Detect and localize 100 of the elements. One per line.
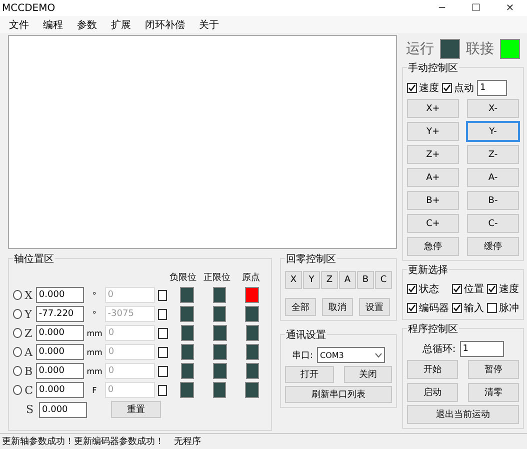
- radio-button[interactable]: [13, 328, 22, 338]
- jog-button[interactable]: A-: [467, 168, 519, 187]
- menu-item[interactable]: 扩展: [106, 18, 136, 32]
- port-dropdown[interactable]: COM3: [317, 347, 386, 363]
- checkbox[interactable]: [158, 290, 168, 300]
- menu-item[interactable]: 闭环补偿: [140, 18, 190, 32]
- radio-button[interactable]: [13, 290, 22, 300]
- radio-button[interactable]: [13, 347, 22, 357]
- window-title: MCCDEMO: [2, 2, 56, 14]
- radio-button[interactable]: [13, 385, 22, 395]
- jog-button[interactable]: Z-: [467, 145, 519, 164]
- menu-item[interactable]: 关于: [194, 18, 224, 32]
- checkbox[interactable]: 状态: [407, 282, 449, 296]
- checkmark-icon: [488, 285, 496, 293]
- position-field[interactable]: 0.000: [36, 344, 84, 360]
- checkbox[interactable]: 速度: [487, 282, 519, 296]
- homing-button[interactable]: 取消: [322, 298, 353, 316]
- axis-home-button[interactable]: X: [285, 271, 302, 289]
- unit-label: mm: [86, 366, 102, 376]
- program-button[interactable]: 暂停: [468, 360, 519, 379]
- axis-label: A: [24, 346, 33, 358]
- group-title: 程序控制区: [407, 322, 459, 336]
- group-title: 通讯设置: [285, 328, 327, 342]
- jog-button[interactable]: C-: [467, 214, 519, 233]
- jog-button[interactable]: B-: [467, 191, 519, 210]
- position-field[interactable]: -77.220: [36, 306, 84, 322]
- unit-label: °: [91, 290, 98, 300]
- jog-button[interactable]: 缓停: [467, 237, 519, 256]
- open-button[interactable]: 打开: [285, 366, 334, 383]
- group-title: 手动控制区: [407, 61, 459, 75]
- jog-button[interactable]: Y-: [467, 122, 519, 141]
- group-title: 轴位置区: [13, 252, 55, 266]
- position-field[interactable]: 0.000: [36, 382, 84, 398]
- position-field[interactable]: 0.000: [36, 287, 84, 303]
- jog-button[interactable]: C+: [407, 214, 459, 233]
- checkmark-icon: [453, 304, 461, 312]
- refresh-button[interactable]: 刷新串口列表: [285, 386, 392, 403]
- exit-motion-button[interactable]: 退出当前运动: [407, 405, 519, 424]
- loop-label: 总循环:: [422, 342, 456, 356]
- checkbox[interactable]: 输入: [452, 301, 484, 315]
- axis-label: B: [24, 364, 33, 378]
- position-field[interactable]: 0.000: [36, 325, 84, 341]
- indicator-label: 运行: [406, 40, 434, 58]
- column-header: 负限位: [168, 272, 198, 284]
- checkmark-icon: [408, 304, 416, 312]
- jog-button[interactable]: A+: [407, 168, 459, 187]
- homing-button[interactable]: 设置: [359, 298, 390, 316]
- jog-button[interactable]: 急停: [407, 237, 459, 256]
- reset-button[interactable]: 重置: [111, 401, 161, 418]
- axis-label: Z: [24, 326, 33, 340]
- indicator-label: 联接: [466, 40, 494, 58]
- close-port-button[interactable]: 关闭: [344, 366, 392, 383]
- axis-home-button[interactable]: B: [357, 271, 374, 289]
- checkmark-icon: [453, 285, 461, 293]
- checkbox[interactable]: [158, 308, 168, 320]
- menu-item[interactable]: 编程: [38, 18, 68, 32]
- axis-home-button[interactable]: C: [375, 271, 392, 289]
- unit-label: mm: [86, 328, 102, 338]
- checkbox[interactable]: 位置: [452, 282, 484, 296]
- loop-field[interactable]: 1: [460, 341, 504, 357]
- checkbox[interactable]: 脉冲: [487, 301, 519, 315]
- jog-button[interactable]: Z+: [407, 145, 459, 164]
- unit-label: °: [91, 310, 98, 318]
- checkbox[interactable]: 点动: [442, 81, 474, 95]
- axis-label: Y: [24, 308, 33, 320]
- axis-home-button[interactable]: Y: [303, 271, 320, 289]
- checkbox[interactable]: 编码器: [407, 301, 449, 315]
- status-text: 更新轴参数成功！更新编码器参数成功！: [2, 436, 164, 448]
- axis-home-button[interactable]: A: [339, 271, 356, 289]
- group-title: 回零控制区: [285, 252, 337, 266]
- jog-button[interactable]: Y+: [407, 122, 459, 141]
- program-button[interactable]: 开始: [407, 360, 458, 379]
- program-button[interactable]: 清零: [468, 383, 519, 402]
- menu-item[interactable]: 文件: [4, 18, 34, 32]
- close-button[interactable]: ✕: [493, 0, 527, 16]
- homing-button[interactable]: 全部: [285, 298, 316, 316]
- axis-home-button[interactable]: Z: [321, 271, 338, 289]
- axis-label: C: [24, 384, 34, 396]
- checkmark-icon: [408, 84, 416, 92]
- port-label: 串口:: [292, 350, 314, 362]
- column-header: 正限位: [202, 272, 232, 284]
- position-field[interactable]: 0.000: [36, 363, 84, 379]
- checkbox[interactable]: [158, 384, 168, 396]
- menu-item[interactable]: 参数: [72, 18, 102, 32]
- minimize-button[interactable]: ─: [425, 0, 459, 16]
- jog-button[interactable]: X-: [467, 99, 519, 118]
- jog-button[interactable]: B+: [407, 191, 459, 210]
- radio-button[interactable]: [13, 366, 22, 376]
- axis-label: X: [24, 288, 33, 302]
- program-button[interactable]: 启动: [407, 383, 458, 402]
- position-field[interactable]: 0.000: [39, 402, 87, 418]
- checkbox[interactable]: [158, 366, 168, 376]
- jog-button[interactable]: X+: [407, 99, 459, 118]
- checkbox[interactable]: [158, 328, 168, 338]
- maximize-button[interactable]: ☐: [459, 0, 493, 16]
- checkbox[interactable]: [158, 346, 168, 358]
- checkmark-icon: [443, 84, 451, 92]
- step-field[interactable]: 1: [477, 80, 507, 96]
- radio-button[interactable]: [13, 309, 22, 319]
- checkbox[interactable]: 速度: [407, 81, 439, 95]
